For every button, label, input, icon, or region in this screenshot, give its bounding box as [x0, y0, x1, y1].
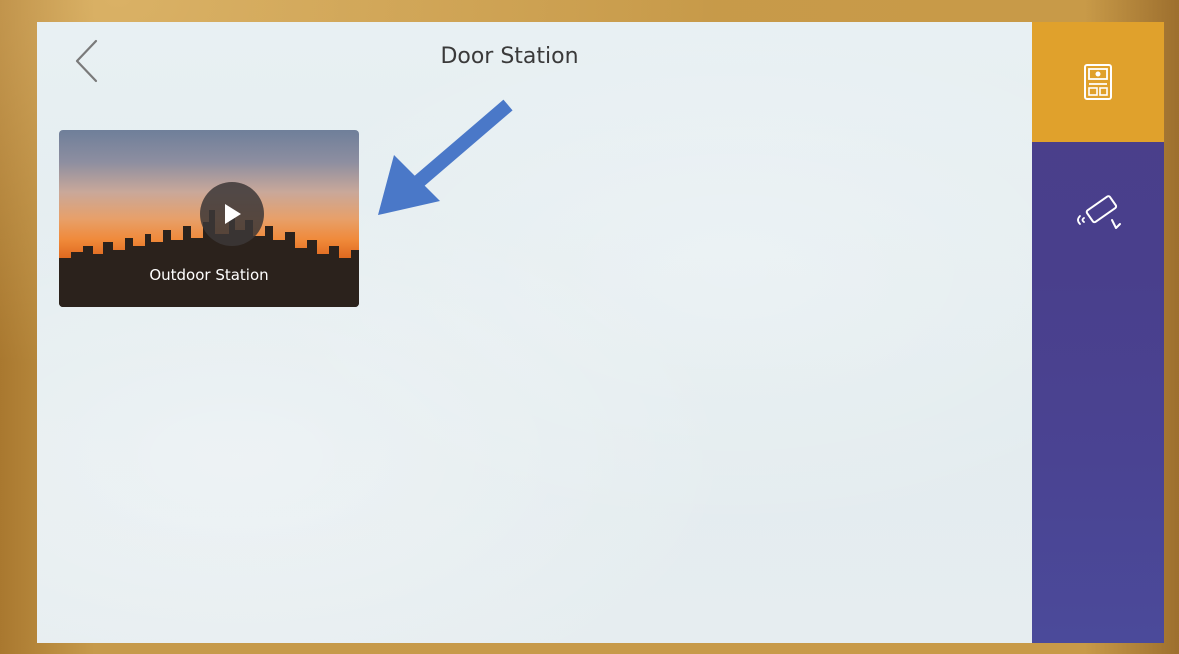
main-panel: Door Station Outdoor Station: [37, 22, 1032, 643]
sidebar-item-door-station[interactable]: [1032, 22, 1164, 142]
sidebar-item-camera[interactable]: [1032, 172, 1164, 252]
sidebar: [1032, 22, 1164, 643]
arrow-icon: [378, 99, 513, 215]
page-title: Door Station: [440, 44, 579, 69]
play-button[interactable]: [200, 182, 264, 246]
outdoor-station-tile[interactable]: Outdoor Station: [59, 130, 359, 307]
touch-screen: Door Station Outdoor Station: [37, 22, 1164, 643]
tile-label: Outdoor Station: [149, 266, 269, 284]
door-station-icon: [1084, 64, 1112, 100]
play-icon: [225, 204, 241, 224]
camera-icon: [1077, 195, 1121, 229]
header: Door Station: [37, 22, 1032, 98]
